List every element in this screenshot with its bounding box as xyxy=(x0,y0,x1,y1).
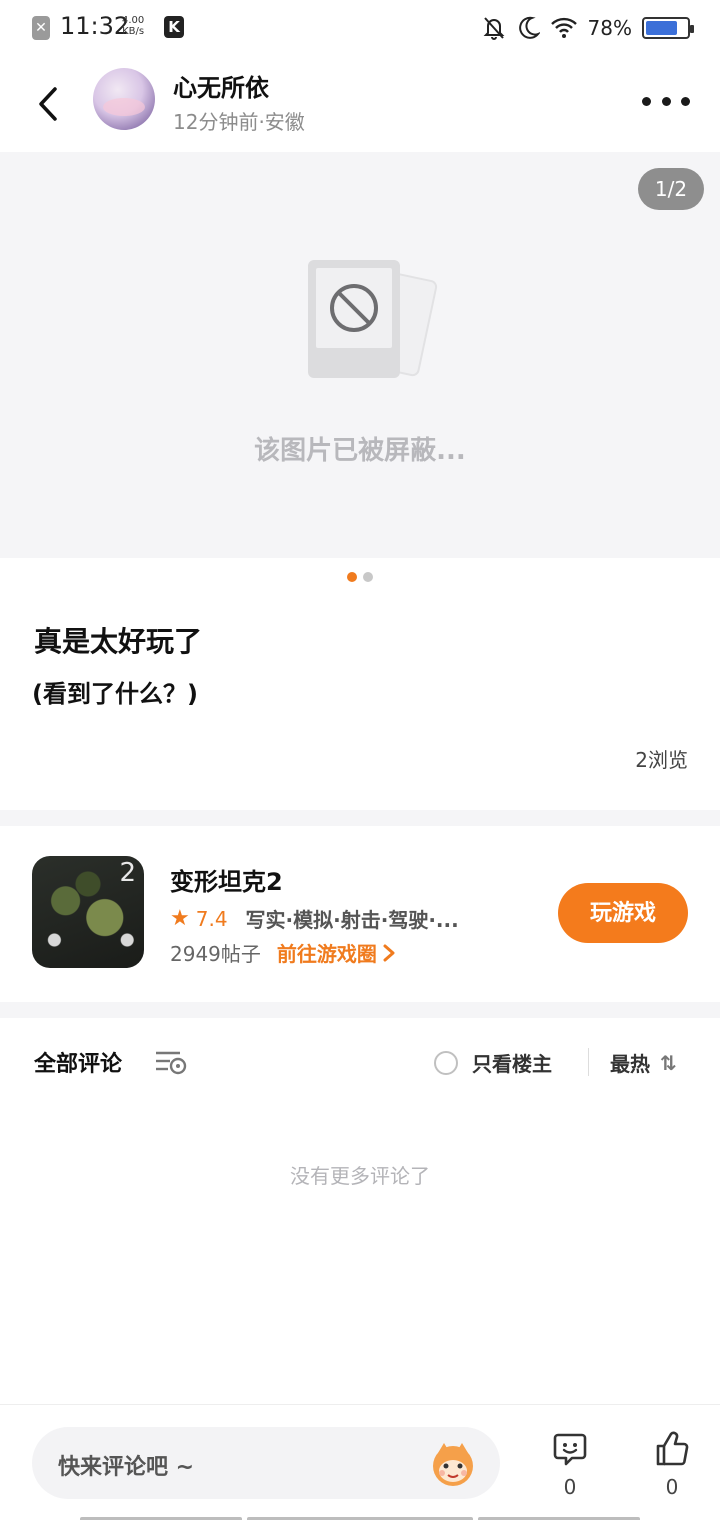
game-tags: 写实·模拟·射击·驾驶·... xyxy=(245,908,459,932)
game-rating: 7.4 xyxy=(195,906,228,931)
battery-percent: 78% xyxy=(587,16,632,40)
battery-icon xyxy=(642,17,694,39)
image-page-indicator xyxy=(0,572,720,584)
play-game-button[interactable]: 玩游戏 xyxy=(558,883,688,943)
game-name[interactable]: 变形坦克2 xyxy=(170,862,283,897)
k-app-icon: K xyxy=(164,16,184,38)
dot-icon xyxy=(642,96,651,106)
back-button[interactable] xyxy=(28,82,68,126)
comment-placeholder: 快来评论吧 ~ xyxy=(58,1455,195,1480)
comment-input[interactable]: 快来评论吧 ~ xyxy=(32,1427,500,1499)
page-dot-active xyxy=(347,572,357,582)
view-count: 2浏览 xyxy=(635,748,688,772)
wifi-icon xyxy=(550,17,577,38)
more-options-button[interactable] xyxy=(642,86,690,116)
blocked-image-text: 该图片已被屏蔽... xyxy=(254,436,466,466)
only-op-toggle[interactable]: 只看楼主 xyxy=(434,1048,552,1077)
game-posts-row: 2949帖子 前往游戏圈 xyxy=(170,938,397,967)
radio-icon[interactable] xyxy=(434,1050,458,1075)
comment-icon[interactable] xyxy=(552,1431,588,1467)
dot-icon xyxy=(681,96,690,106)
star-icon: ★ xyxy=(170,906,190,931)
sort-label: 最热 xyxy=(610,1052,650,1076)
game-icon[interactable]: 2 xyxy=(32,856,144,968)
image-viewer[interactable]: 1/2 该图片已被屏蔽... xyxy=(0,152,720,558)
section-divider xyxy=(0,1002,720,1018)
username[interactable]: 心无所依 xyxy=(173,68,269,103)
post-body: (看到了什么？) xyxy=(32,680,198,708)
thumbs-up-icon[interactable] xyxy=(654,1431,690,1467)
avatar[interactable] xyxy=(93,68,155,130)
dot-icon xyxy=(661,96,671,106)
network-speed: 4.00 KB/s xyxy=(122,15,144,37)
post-meta: 12分钟前·安徽 xyxy=(173,110,305,134)
vertical-divider xyxy=(588,1048,589,1076)
status-right-group: 78% xyxy=(482,12,694,44)
like-action[interactable]: 0 xyxy=(642,1431,702,1499)
game-card[interactable]: 2 变形坦克2 ★ 7.4 写实·模拟·射击·驾驶·... 2949帖子 前往游… xyxy=(0,826,720,1002)
chevron-left-icon xyxy=(39,87,57,121)
blocked-image-icon xyxy=(308,260,438,378)
game-rating-row: ★ 7.4 写实·模拟·射击·驾驶·... xyxy=(170,904,459,933)
post-header: 心无所依 12分钟前·安徽 xyxy=(0,56,720,152)
filter-icon[interactable] xyxy=(154,1048,188,1076)
goto-game-circle-link[interactable]: 前往游戏圈 xyxy=(277,938,377,967)
game-icon-number: 2 xyxy=(119,858,136,888)
only-op-label: 只看楼主 xyxy=(472,1052,552,1076)
comment-count: 0 xyxy=(563,1475,577,1499)
comment-action[interactable]: 0 xyxy=(540,1431,600,1499)
status-time: 11:32 xyxy=(60,12,130,40)
image-pager-badge: 1/2 xyxy=(638,168,704,210)
mascot-icon[interactable] xyxy=(426,1439,480,1489)
bottom-bar: 快来评论吧 ~ 0 0 xyxy=(0,1404,720,1520)
network-speed-value: 4.00 xyxy=(122,15,145,26)
game-post-count: 2949帖子 xyxy=(170,942,261,966)
sort-icon: ⇅ xyxy=(660,1050,677,1075)
page-dot xyxy=(363,572,373,582)
battery-fill xyxy=(646,21,678,35)
close-notification-icon: ✕ xyxy=(32,16,50,40)
moon-icon xyxy=(518,16,540,39)
sort-toggle[interactable]: 最热 ⇅ xyxy=(610,1048,677,1077)
no-more-comments-text: 没有更多评论了 xyxy=(290,1164,430,1188)
status-bar: ✕ 11:32 4.00 KB/s K 78% xyxy=(0,0,720,56)
network-speed-unit: KB/s xyxy=(122,26,145,37)
bell-off-icon xyxy=(483,17,504,40)
chevron-right-icon[interactable] xyxy=(381,943,397,963)
comments-title: 全部评论 xyxy=(34,1052,123,1077)
section-divider xyxy=(0,810,720,826)
like-count: 0 xyxy=(665,1475,679,1499)
post-title: 真是太好玩了 xyxy=(34,625,203,658)
